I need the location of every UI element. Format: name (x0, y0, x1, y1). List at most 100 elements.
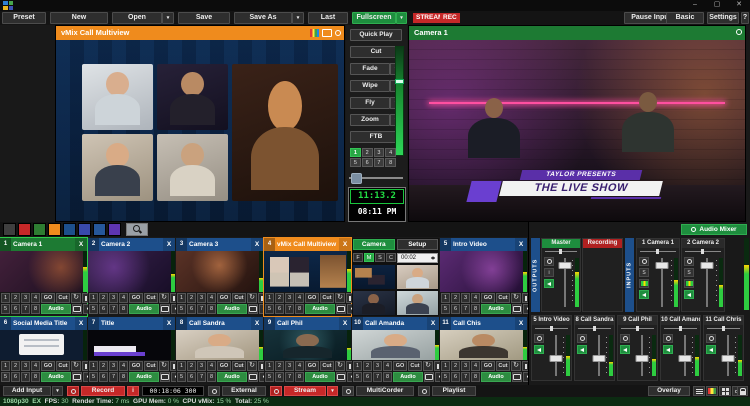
category-color-button[interactable] (63, 223, 76, 236)
basic-button[interactable]: Basic (666, 12, 704, 24)
loop-icon[interactable]: ↻ (159, 293, 169, 303)
fader-knob[interactable] (592, 355, 605, 362)
overlay-1-button[interactable]: 1 (177, 361, 186, 371)
pan-knob[interactable] (679, 326, 682, 331)
transition-speed-slider[interactable] (349, 173, 403, 183)
audio-button[interactable]: Audio (481, 304, 511, 314)
input-cell[interactable]: 4 vMix Call Multiview X 1 2 3 4 GO Cut ↻… (264, 238, 351, 316)
overlay-6-button[interactable]: 6 (275, 372, 284, 382)
close-input-button[interactable]: X (251, 317, 263, 330)
volume-fader[interactable] (650, 256, 674, 309)
overlay-5-button[interactable]: 5 (1, 304, 10, 314)
overlay-8-button[interactable]: 8 (31, 304, 40, 314)
overlay-5-button[interactable]: 5 (177, 304, 186, 314)
close-input-button[interactable]: X (515, 317, 527, 330)
overlay-7-button[interactable]: 7 (21, 372, 30, 382)
t-bar-handle[interactable] (395, 79, 404, 84)
close-button[interactable]: ✕ (730, 0, 748, 10)
cut-button[interactable]: Cut (56, 293, 70, 303)
fader-knob[interactable] (635, 355, 648, 362)
fullscreen-out-icon[interactable] (512, 304, 522, 314)
audio-button[interactable]: Audio (41, 304, 71, 314)
category-color-button[interactable] (3, 223, 16, 236)
overlay-1-button[interactable]: 1 (1, 293, 10, 303)
pan-knob[interactable] (722, 326, 725, 331)
close-input-button[interactable]: X (339, 238, 351, 251)
minimize-button[interactable]: – (686, 0, 704, 10)
quick-play-button[interactable]: Quick Play (350, 29, 402, 41)
overlay-8-button[interactable]: 8 (207, 372, 216, 382)
record-button[interactable]: Record (81, 386, 125, 396)
input-thumbnail[interactable] (176, 251, 263, 292)
overlay-6-button[interactable]: 6 (11, 304, 20, 314)
open-dropdown-arrow[interactable]: ▾ (162, 12, 174, 24)
stinger-number-button[interactable]: 3 (374, 148, 385, 157)
category-color-button[interactable] (48, 223, 61, 236)
save-button[interactable]: Save (178, 12, 230, 24)
overlay-3-button[interactable]: 3 (109, 361, 118, 371)
solo-button[interactable]: S (684, 268, 694, 277)
save-as-dropdown-arrow[interactable]: ▾ (292, 12, 304, 24)
fullscreen-out-icon[interactable] (424, 372, 434, 382)
mode-c-button[interactable]: C (386, 253, 396, 262)
overlay-1-button[interactable]: 1 (1, 361, 10, 371)
wipe-button[interactable]: Wipe (350, 80, 390, 92)
fullscreen-out-icon[interactable] (160, 372, 170, 382)
overlay-2-button[interactable]: 2 (11, 361, 20, 371)
close-input-button[interactable]: X (339, 317, 351, 330)
gear-icon[interactable] (736, 29, 742, 35)
fader-knob[interactable] (549, 355, 562, 362)
category-color-button[interactable] (33, 223, 46, 236)
fade-button[interactable]: Fade (350, 63, 390, 75)
preset-button[interactable]: Preset (2, 12, 46, 24)
overlay-3-button[interactable]: 3 (21, 293, 30, 303)
input-thumbnail[interactable] (352, 330, 439, 360)
gear-icon[interactable] (639, 257, 649, 266)
help-button[interactable]: ? (741, 12, 749, 24)
overlay-6-button[interactable]: 6 (99, 304, 108, 314)
input-thumbnail[interactable] (440, 330, 527, 360)
save-as-button[interactable]: Save As (234, 12, 292, 24)
overlay-5-button[interactable]: 5 (353, 372, 362, 382)
gear-icon[interactable] (663, 334, 673, 343)
overlay-2-button[interactable]: 2 (99, 293, 108, 303)
input-cell[interactable]: 3 Camera 3 X 1 2 3 4 GO Cut ↻ 5 6 7 8 (176, 238, 263, 316)
stream-settings-gear[interactable] (270, 386, 282, 396)
volume-fader[interactable] (588, 333, 609, 378)
overlay-2-button[interactable]: 2 (275, 361, 284, 371)
overlay-2-button[interactable]: 2 (275, 293, 284, 303)
go-button[interactable]: GO (41, 361, 55, 371)
overlay-4-button[interactable]: 4 (383, 361, 392, 371)
pan-knob[interactable] (593, 326, 596, 331)
volume-fader[interactable] (695, 256, 719, 309)
overlay-7-button[interactable]: 7 (285, 372, 294, 382)
gear-icon[interactable] (684, 257, 694, 266)
close-input-button[interactable]: X (163, 317, 175, 330)
overlay-button[interactable]: Overlay (648, 386, 690, 396)
input-thumbnail[interactable] (440, 251, 527, 292)
overlay-7-button[interactable]: 7 (373, 372, 382, 382)
speaker-icon[interactable] (684, 290, 694, 299)
stinger-number-button[interactable]: 6 (362, 158, 373, 167)
gear-icon[interactable] (706, 334, 716, 343)
speaker-icon[interactable] (706, 345, 716, 354)
loop-icon[interactable]: ↻ (335, 361, 345, 371)
cut-button[interactable]: Cut (232, 293, 246, 303)
overlay-8-button[interactable]: 8 (31, 372, 40, 382)
overlay-1-button[interactable]: 1 (441, 293, 450, 303)
pan-knob[interactable] (559, 249, 562, 254)
overlay-2-button[interactable]: 2 (451, 361, 460, 371)
maximize-button[interactable]: ▢ (708, 0, 726, 10)
overlay-4-button[interactable]: 4 (119, 361, 128, 371)
input-thumbnail[interactable] (264, 330, 351, 360)
input-cell[interactable]: 7 Title X 1 2 3 4 GO Cut ↻ 5 6 7 8 (88, 317, 175, 384)
overlay-1-button[interactable]: 1 (265, 293, 274, 303)
overlay-5-button[interactable]: 5 (441, 304, 450, 314)
fullscreen-out-icon[interactable] (160, 304, 170, 314)
fullscreen-out-icon[interactable] (72, 372, 82, 382)
volume-fader[interactable] (545, 333, 566, 378)
record-settings-gear[interactable] (67, 386, 79, 396)
input-cell[interactable]: 5 Intro Video X 1 2 3 4 GO Cut ↻ 5 6 7 8 (440, 238, 527, 316)
go-button[interactable]: GO (393, 361, 407, 371)
add-input-dropdown-arrow[interactable]: ▾ (52, 386, 63, 396)
